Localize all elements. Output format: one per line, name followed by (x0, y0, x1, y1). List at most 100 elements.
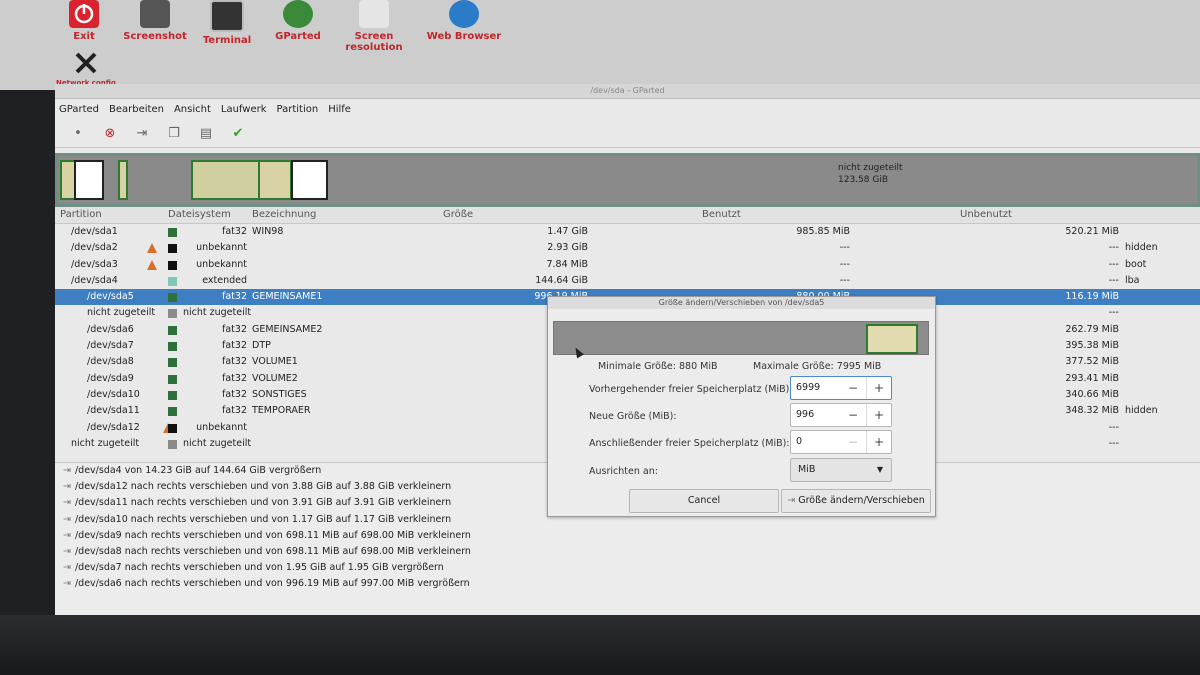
cell-partition: /dev/sda8 (87, 356, 134, 368)
decrement-button[interactable]: − (841, 431, 865, 453)
disk-segment[interactable] (118, 160, 128, 200)
table-row[interactable]: /dev/sda3 unbekannt 7.84 MiB --- --- boot (55, 257, 1200, 273)
cell-filesystem: unbekannt (196, 258, 247, 270)
menubar: GParted Bearbeiten Ansicht Laufwerk Part… (55, 99, 1200, 119)
cell-partition: /dev/sda2 (71, 242, 118, 254)
cell-size: 7.84 MiB (546, 258, 588, 270)
free-after-spinner[interactable]: 0 − + (790, 430, 892, 454)
menu-bearbeiten[interactable]: Bearbeiten (109, 104, 164, 115)
operation-item[interactable]: ⇥/dev/sda6 nach rechts verschieben und v… (55, 576, 1200, 592)
new-size-spinner[interactable]: 996 − + (790, 403, 892, 427)
menu-gparted[interactable]: GParted (59, 104, 99, 115)
disk-segment[interactable] (258, 160, 292, 200)
desktop-icon-label: Web Browser (426, 31, 502, 42)
desktop-icon-label: Terminal (202, 35, 252, 46)
cell-partition: /dev/sda7 (87, 340, 134, 352)
cell-unused: --- (1108, 242, 1119, 254)
new-icon[interactable]: • (69, 124, 87, 142)
desktop-icon-gparted[interactable]: GParted (274, 0, 322, 42)
desktop-icon-terminal[interactable]: Terminal (200, 0, 254, 46)
filesystem-color-swatch (168, 342, 177, 352)
align-label: Ausrichten an: (589, 466, 658, 477)
align-select[interactable]: MiB ▼ (790, 458, 892, 482)
free-after-label: Anschließender freier Speicherplatz (MiB… (589, 438, 790, 449)
operation-item[interactable]: ⇥/dev/sda9 nach rechts verschieben und v… (55, 528, 1200, 544)
col-used[interactable]: Benutzt (702, 209, 741, 220)
operation-text: /dev/sda6 nach rechts verschieben und vo… (74, 578, 470, 590)
desktop-icon-label: GParted (275, 31, 321, 42)
disk-segment[interactable] (291, 160, 328, 200)
col-label[interactable]: Bezeichnung (252, 209, 316, 220)
table-row[interactable]: /dev/sda2 unbekannt 2.93 GiB --- --- hidden (55, 240, 1200, 256)
desktop-icon-screenshot[interactable]: Screenshot (122, 0, 188, 42)
desktop-icon-web-browser[interactable]: Web Browser (426, 0, 502, 42)
operation-text: /dev/sda4 von 14.23 GiB auf 144.64 GiB v… (74, 465, 322, 476)
increment-button[interactable]: + (866, 377, 891, 399)
cell-filesystem: fat32 (222, 372, 247, 384)
cancel-button[interactable]: Cancel (629, 489, 779, 513)
resize-bar[interactable] (553, 321, 929, 355)
filesystem-color-swatch (168, 423, 177, 433)
disk-segment[interactable] (74, 160, 104, 200)
operation-item[interactable]: ⇥/dev/sda8 nach rechts verschieben und v… (55, 544, 1200, 560)
monitor-bezel-bottom (0, 615, 1200, 675)
col-filesystem[interactable]: Dateisystem (168, 209, 231, 220)
desktop-icon-screen-resolution[interactable]: Screen resolution (326, 0, 422, 53)
cell-partition: nicht zugeteilt (87, 307, 156, 319)
cell-unused: 293.41 MiB (1065, 372, 1119, 384)
cell-size: 2.93 GiB (547, 242, 588, 254)
col-partition[interactable]: Partition (60, 209, 102, 220)
cell-filesystem: fat32 (222, 388, 247, 400)
cell-unused: --- (1108, 421, 1119, 433)
menu-hilfe[interactable]: Hilfe (328, 104, 351, 115)
col-unused[interactable]: Unbenutzt (960, 209, 1012, 220)
free-before-value[interactable]: 6999 (796, 377, 820, 399)
menu-ansicht[interactable]: Ansicht (174, 104, 211, 115)
cell-partition: /dev/sda5 (87, 291, 134, 303)
increment-button[interactable]: + (866, 431, 891, 453)
col-size[interactable]: Größe (443, 209, 473, 220)
new-size-value[interactable]: 996 (796, 404, 814, 426)
resize-partition-handle[interactable] (866, 324, 918, 354)
cell-filesystem: unbekannt (196, 242, 247, 254)
resize-move-icon: ⇥ (63, 497, 71, 509)
desktop-icon-label: Screen resolution (345, 31, 403, 53)
cell-label: WIN98 (252, 226, 284, 237)
decrement-button[interactable]: − (841, 404, 865, 426)
table-row[interactable]: /dev/sda4 extended 144.64 GiB --- --- lba (55, 273, 1200, 289)
desktop-icon-network-config[interactable]: Network config (56, 48, 116, 87)
filesystem-color-swatch (168, 228, 177, 237)
filesystem-color-swatch (168, 325, 177, 335)
delete-icon[interactable]: ⊗ (101, 124, 119, 142)
menu-partition[interactable]: Partition (277, 104, 319, 115)
increment-button[interactable]: + (866, 404, 891, 426)
resize-move-icon[interactable]: ⇥ (133, 124, 151, 142)
display-icon (359, 0, 389, 28)
tools-icon (71, 48, 101, 76)
cell-filesystem: unbekannt (196, 421, 247, 433)
menu-laufwerk[interactable]: Laufwerk (221, 104, 267, 115)
disk-map[interactable]: nicht zugeteilt 123.58 GiB (55, 153, 1200, 207)
paste-icon[interactable]: ▤ (197, 124, 215, 142)
operation-item[interactable]: ⇥/dev/sda7 nach rechts verschieben und v… (55, 560, 1200, 576)
cell-partition: /dev/sda3 (71, 258, 118, 270)
cell-filesystem: fat32 (222, 340, 247, 352)
resize-move-button[interactable]: ⇥ Größe ändern/Verschieben (781, 489, 931, 513)
filesystem-color-swatch (168, 309, 177, 319)
resize-move-icon: ⇥ (63, 578, 71, 590)
toolbar: • ⊗ ⇥ ❐ ▤ ✔ (55, 119, 1200, 148)
table-row[interactable]: /dev/sda1 fat32 WIN98 1.47 GiB 985.85 MiB 520… (55, 224, 1200, 240)
free-before-spinner[interactable]: 6999 − + (790, 376, 892, 400)
cell-used: --- (839, 274, 850, 286)
apply-icon[interactable]: ✔ (229, 124, 247, 142)
copy-icon[interactable]: ❐ (165, 124, 183, 142)
filesystem-color-swatch (168, 390, 177, 400)
max-size-label: Maximale Größe: 7995 MiB (753, 361, 882, 372)
free-after-value[interactable]: 0 (796, 431, 802, 453)
desktop-icon-label: Exit (73, 31, 95, 42)
resize-move-icon: ⇥ (787, 495, 799, 506)
cell-partition: /dev/sda11 (87, 405, 140, 417)
decrement-button[interactable]: − (841, 377, 865, 399)
cell-partition: /dev/sda9 (87, 372, 134, 384)
desktop-icon-exit[interactable]: Exit (62, 0, 106, 42)
